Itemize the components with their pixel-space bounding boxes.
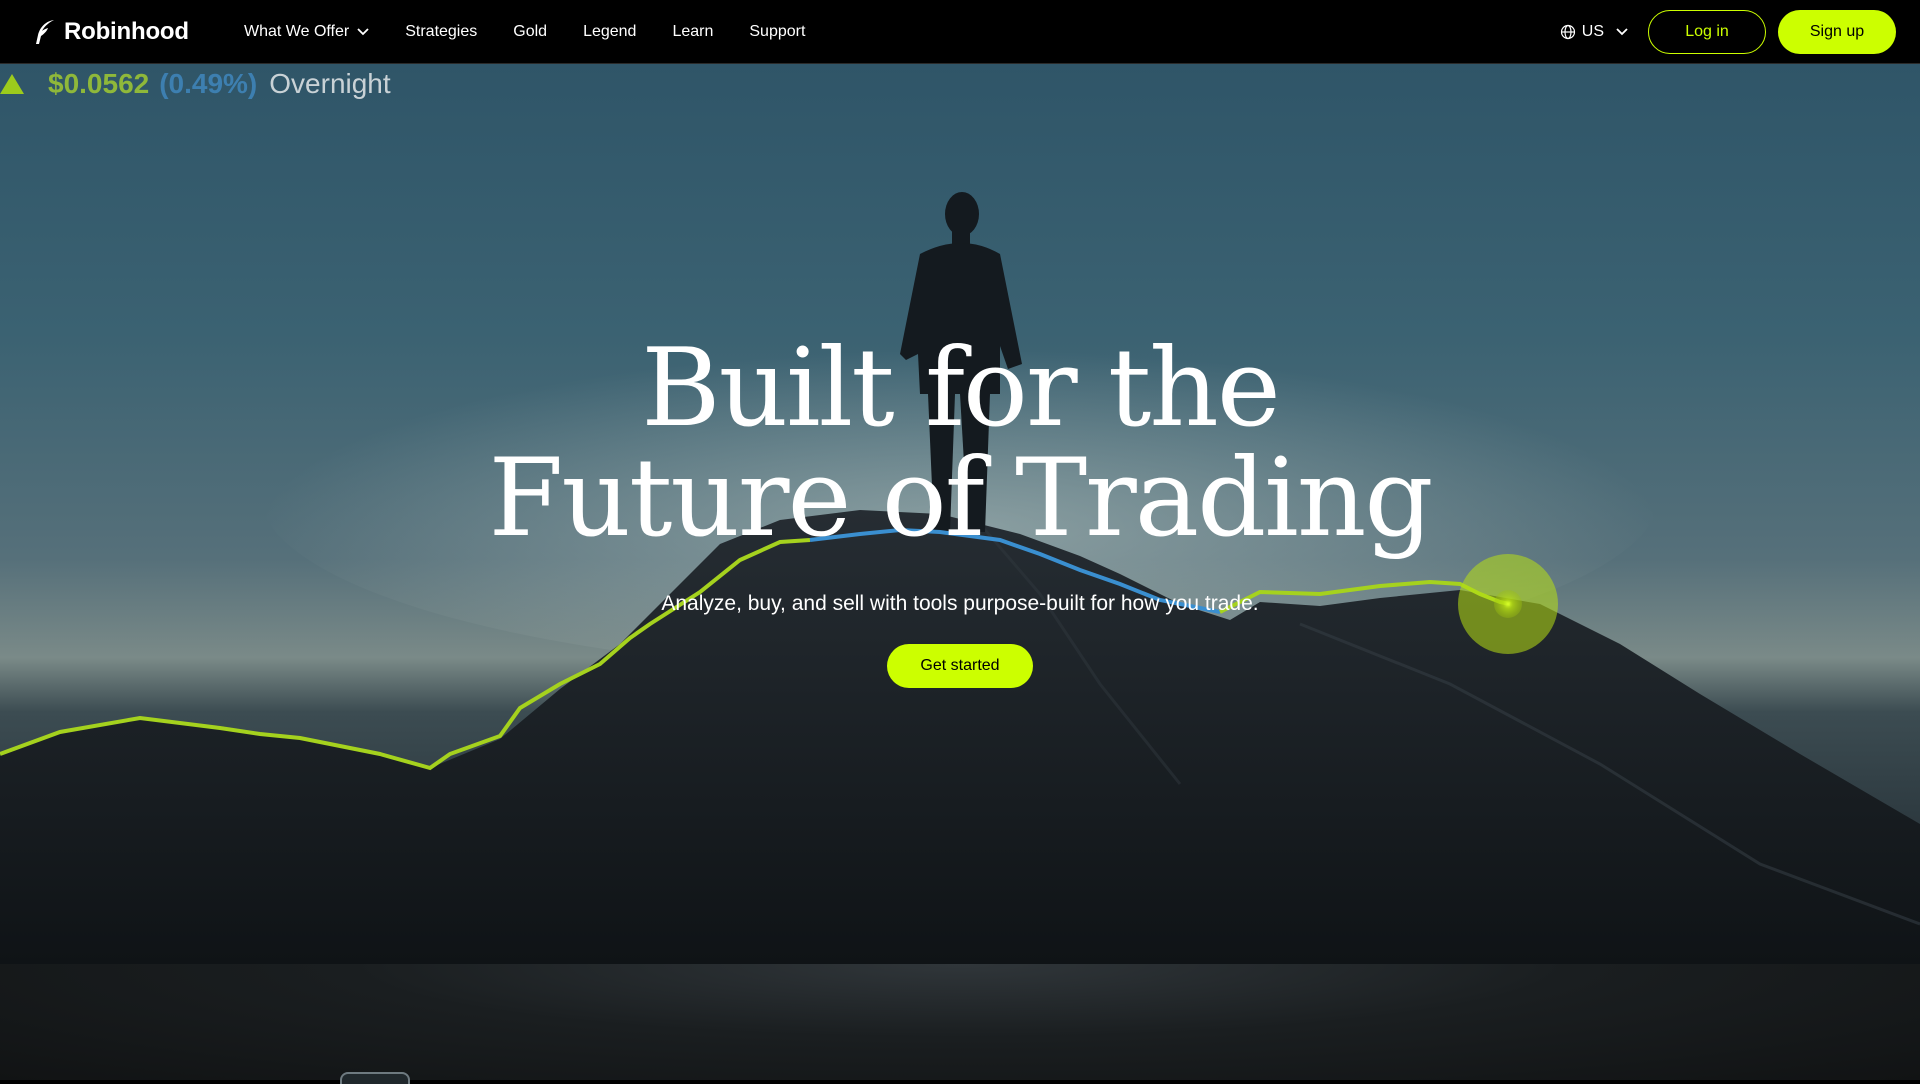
nav-item-label: Support: [749, 23, 806, 40]
nav-item-label: Learn: [672, 23, 714, 40]
nav-item-legend[interactable]: Legend: [583, 23, 636, 41]
triangle-up-icon: [0, 74, 24, 94]
nav-item-support[interactable]: Support: [749, 23, 805, 41]
nav-item-label: What We Offer: [244, 23, 350, 40]
chevron-down-icon: [357, 28, 369, 36]
ticker-change-percent: (0.49%): [159, 68, 258, 99]
ticker-price: $0.0562: [48, 68, 150, 99]
brand-logo[interactable]: Robinhood: [34, 18, 189, 46]
globe-icon: [1560, 24, 1575, 40]
nav-item-gold[interactable]: Gold: [513, 23, 547, 41]
locale-label: US: [1581, 23, 1604, 40]
nav-item-label: Strategies: [405, 23, 478, 40]
primary-nav: What We Offer Strategies Gold Legend Lea…: [244, 0, 841, 64]
signup-button[interactable]: Sign up: [1778, 10, 1896, 54]
nav-item-what-we-offer[interactable]: What We Offer: [244, 23, 369, 41]
top-navigation: Robinhood What We Offer Strategies Gold …: [0, 0, 1920, 64]
nav-actions: US Log in Sign up: [1560, 0, 1896, 64]
hero-subheading: Analyze, buy, and sell with tools purpos…: [661, 592, 1259, 615]
locale-selector[interactable]: US: [1560, 23, 1628, 41]
price-ticker: $0.0562 (0.49%) Overnight: [0, 68, 391, 100]
nav-item-label: Gold: [513, 23, 548, 40]
robinhood-feather-icon: [36, 20, 54, 44]
brand-name: Robinhood: [64, 18, 189, 45]
hero-headline: Built for the Future of Trading: [0, 334, 1920, 554]
hero-section: $0.0562 (0.49%) Overnight Built for the …: [0, 64, 1920, 964]
hero-headline-line-1: Built for the: [641, 326, 1281, 451]
hero-headline-line-2: Future of Trading: [488, 436, 1433, 561]
ticker-session: Overnight: [269, 68, 391, 99]
get-started-button[interactable]: Get started: [887, 644, 1033, 688]
next-section: [0, 964, 1920, 1080]
nav-item-strategies[interactable]: Strategies: [405, 23, 477, 41]
nav-item-learn[interactable]: Learn: [672, 23, 713, 41]
chevron-down-icon: [1616, 28, 1628, 36]
device-preview-edge: [340, 1072, 410, 1084]
nav-item-label: Legend: [583, 23, 637, 40]
login-button[interactable]: Log in: [1648, 10, 1766, 54]
